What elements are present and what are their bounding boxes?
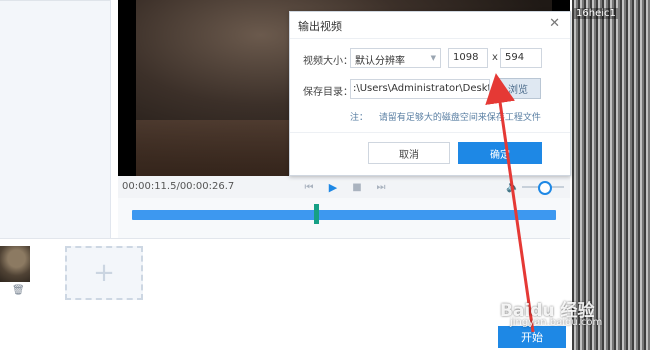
dialog-footer-separator (290, 132, 570, 133)
timeline-bar[interactable] (132, 210, 556, 220)
save-path-value: :\Users\Administrator\Desktop (353, 83, 490, 94)
chevron-down-icon: ▼ (430, 54, 436, 62)
resolution-select-value: 默认分辨率 (355, 56, 405, 67)
save-path-field[interactable]: :\Users\Administrator\Desktop (350, 79, 490, 99)
dialog-title: 输出视频 (298, 20, 342, 33)
video-size-label: 视频大小： (303, 56, 353, 67)
stop-icon[interactable]: ■ (350, 180, 364, 194)
note-text: 请留有足够大的磁盘空间来保存工程文件 (378, 113, 541, 123)
dialog-title-separator (290, 38, 570, 39)
dimension-separator: x (492, 52, 498, 63)
start-button[interactable]: 开始 (498, 326, 566, 348)
width-field[interactable]: 1098 (448, 48, 488, 68)
plus-icon: + (93, 258, 115, 288)
ok-button[interactable]: 确定 (458, 142, 542, 164)
close-icon[interactable]: ✕ (549, 16, 560, 31)
export-dialog: 输出视频 ✕ 视频大小： 默认分辨率 ▼ 1098 x 594 保存目录： :\… (289, 11, 571, 176)
cancel-button[interactable]: 取消 (368, 142, 450, 164)
time-display: 00:00:11.5/00:00:26.7 (122, 181, 235, 192)
width-value: 1098 (453, 52, 479, 63)
play-icon[interactable]: ▶ (326, 180, 340, 194)
timeline (118, 198, 570, 238)
left-panel (0, 0, 111, 238)
clip-thumbnail[interactable] (0, 246, 30, 282)
disk-space-note: 注： 请留有足够大的磁盘空间来保存工程文件 (350, 110, 541, 123)
side-image-caption: 16heic1 (574, 8, 618, 19)
add-clip-slot[interactable]: + (65, 246, 143, 300)
bottom-divider (0, 238, 570, 239)
left-panel-divider (0, 0, 110, 1)
save-directory-label: 保存目录： (303, 87, 353, 98)
resolution-select[interactable]: 默认分辨率 ▼ (350, 48, 441, 68)
height-value: 594 (505, 52, 525, 63)
next-frame-icon[interactable]: ⏭ (374, 180, 388, 194)
playback-controls: 00:00:11.5/00:00:26.7 ⏮ ▶ ■ ⏭ 🔈 (118, 176, 570, 198)
height-field[interactable]: 594 (500, 48, 542, 68)
volume-icon[interactable]: 🔈 (506, 180, 520, 193)
previous-frame-icon[interactable]: ⏮ (302, 180, 316, 194)
volume-slider-knob[interactable] (538, 181, 552, 195)
timeline-playhead[interactable] (314, 204, 319, 224)
watermark-sub: jingyan.baidu.com (510, 317, 603, 328)
trash-icon[interactable]: 🗑 (12, 285, 25, 296)
browse-button[interactable]: 浏览 (495, 78, 541, 99)
note-prefix: 注： (350, 113, 369, 123)
